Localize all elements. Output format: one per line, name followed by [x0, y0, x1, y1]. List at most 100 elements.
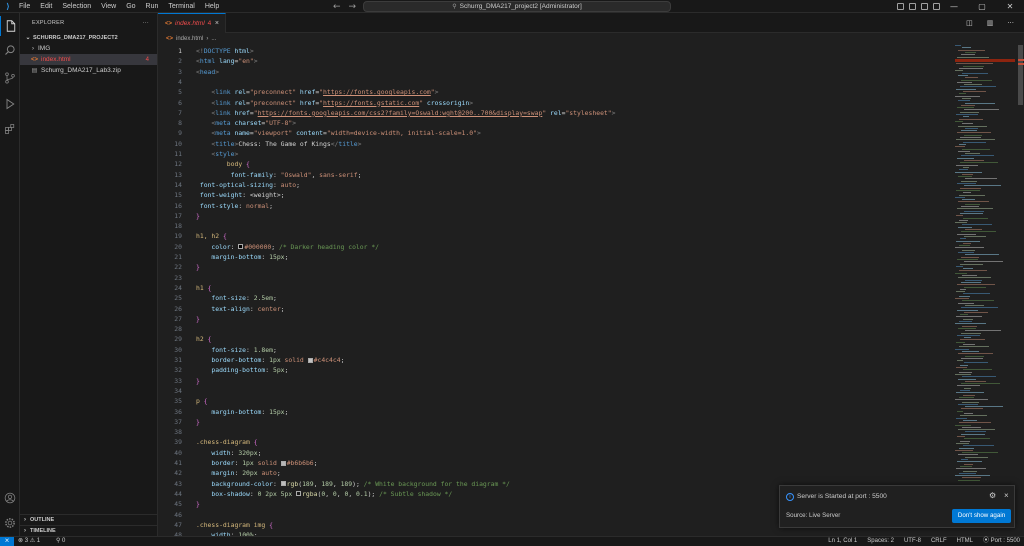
code-text: border-bottom: 1px solid #c4c4c4; [211, 356, 345, 364]
color-swatch[interactable] [238, 244, 244, 250]
status-item[interactable]: CRLF [931, 537, 947, 546]
tree-item-zip[interactable]: ▤ Schurrg_DMA217_Lab3.zip [20, 65, 157, 76]
menu-help[interactable]: Help [200, 0, 224, 13]
status-item[interactable]: Spaces: 2 [867, 537, 894, 546]
outline-section[interactable]: › OUTLINE [20, 514, 158, 525]
toggle-primary-sidebar-icon[interactable] [897, 3, 904, 10]
breadcrumb-symbol[interactable]: ... [211, 36, 216, 42]
code-text: } [196, 417, 200, 426]
minimap-line [960, 339, 985, 341]
minimap-line [957, 334, 980, 336]
toggle-secondary-sidebar-icon[interactable] [921, 3, 928, 10]
minimize-icon[interactable]: — [940, 2, 968, 11]
menu-go[interactable]: Go [121, 0, 140, 13]
close-window-icon[interactable]: ✕ [996, 2, 1024, 11]
source-control-icon[interactable] [0, 68, 20, 88]
tab-label: index.html [175, 20, 205, 27]
toggle-panel-icon[interactable] [909, 3, 916, 10]
close-tab-icon[interactable]: × [215, 20, 219, 27]
run-debug-icon[interactable] [0, 94, 20, 114]
minimap-line [961, 408, 983, 410]
minimap-line [959, 270, 987, 272]
code-line: 11 <style> [158, 149, 950, 159]
status-item[interactable]: UTF-8 [904, 537, 921, 546]
scrollbar-thumb[interactable] [1018, 45, 1023, 105]
more-actions-icon[interactable]: ··· [143, 20, 149, 26]
minimap-line [963, 394, 975, 396]
minimap-line [957, 309, 978, 311]
line-number: 14 [174, 180, 182, 189]
color-swatch[interactable] [280, 460, 286, 466]
minimap-line [963, 116, 969, 118]
minimap-line [961, 433, 985, 435]
color-swatch[interactable] [280, 481, 286, 487]
menu-view[interactable]: View [96, 0, 121, 13]
minimap-line [964, 286, 986, 288]
dont-show-again-button[interactable]: Don't show again [952, 509, 1011, 523]
tree-item-index-html[interactable]: <> index.html 4 [20, 54, 157, 65]
code-line: 15 font-weight: <weight>; [158, 190, 950, 200]
search-icon[interactable] [0, 40, 20, 60]
timeline-section[interactable]: › TIMELINE [20, 525, 158, 536]
tree-item-img[interactable]: › IMG [20, 43, 157, 54]
status-item[interactable]: HTML [957, 537, 973, 546]
line-number: 1 [178, 47, 182, 55]
editor-scrollbar[interactable] [1017, 45, 1024, 536]
explorer-icon[interactable] [0, 16, 20, 36]
minimap-line [961, 383, 1000, 385]
menu-selection[interactable]: Selection [57, 0, 96, 13]
gear-icon[interactable]: ⚙ [989, 491, 996, 500]
vscode-logo-icon: ⟩ [6, 1, 10, 11]
line-number: 34 [174, 386, 182, 395]
workspace-folder[interactable]: ⌄ SCHURRG_DMA217_PROJECT2 [20, 32, 157, 43]
minimap-line [962, 477, 981, 479]
minimap-line [961, 79, 992, 81]
status-item[interactable]: ⦿ Port : 5500 [983, 537, 1020, 546]
color-swatch[interactable] [307, 357, 313, 363]
manage-gear-icon[interactable] [0, 513, 20, 533]
minimap-line [959, 93, 966, 95]
problems-indicator[interactable]: ⊗ 3 ⚠ 1 [18, 537, 40, 546]
html-file-icon: <> [30, 56, 38, 63]
minimap-line [956, 341, 965, 343]
minimap-line [965, 153, 980, 155]
forward-arrow-icon[interactable]: → [349, 2, 357, 12]
code-editor[interactable]: 1 <!DOCTYPE html> 2 <html lang="en"> 3 <head>… [158, 45, 950, 536]
line-number: 45 [174, 500, 182, 509]
menu-edit[interactable]: Edit [35, 0, 57, 13]
breadcrumb-file[interactable]: index.html [176, 36, 203, 42]
line-number: 36 [174, 407, 182, 416]
color-swatch[interactable] [296, 491, 302, 497]
breadcrumb: <> index.html › ... [158, 33, 216, 45]
minimap-line [964, 362, 988, 364]
menu-run[interactable]: Run [141, 0, 164, 13]
nav-arrows: ← → [333, 0, 356, 13]
status-item[interactable]: Ln 1, Col 1 [828, 537, 857, 546]
back-arrow-icon[interactable]: ← [333, 2, 341, 12]
more-actions-icon[interactable]: ··· [1007, 19, 1014, 27]
maximize-icon[interactable]: ▢ [968, 2, 996, 11]
timeline-label: TIMELINE [30, 528, 56, 534]
ports-indicator[interactable]: ⚲ 0 [56, 537, 65, 546]
remote-indicator-icon[interactable]: ⨯ [0, 537, 14, 546]
tab-index-html[interactable]: <> index.html 4 × [158, 13, 226, 33]
open-preview-icon[interactable]: ◫ [966, 19, 973, 27]
menu-terminal[interactable]: Terminal [163, 0, 199, 13]
code-text: width: 320px; [211, 448, 262, 457]
line-number: 33 [174, 376, 182, 385]
minimap-line [964, 235, 986, 237]
minimap[interactable] [955, 45, 1015, 485]
line-number: 41 [174, 459, 182, 467]
minimap-line [955, 373, 971, 375]
breadcrumb-separator: › [206, 36, 209, 42]
close-icon[interactable]: × [1004, 491, 1009, 500]
customize-layout-icon[interactable] [933, 3, 940, 10]
split-editor-icon[interactable]: ▥ [987, 19, 994, 27]
code-line: 32 padding-bottom: 5px; [158, 365, 950, 375]
menu-file[interactable]: File [14, 0, 35, 13]
extensions-icon[interactable] [0, 119, 20, 139]
minimap-line [964, 413, 973, 414]
minimap-line [965, 355, 984, 357]
account-icon[interactable] [0, 488, 20, 508]
command-center[interactable]: ⚲ Schurrg_DMA217_project2 [Administrator… [363, 1, 671, 12]
